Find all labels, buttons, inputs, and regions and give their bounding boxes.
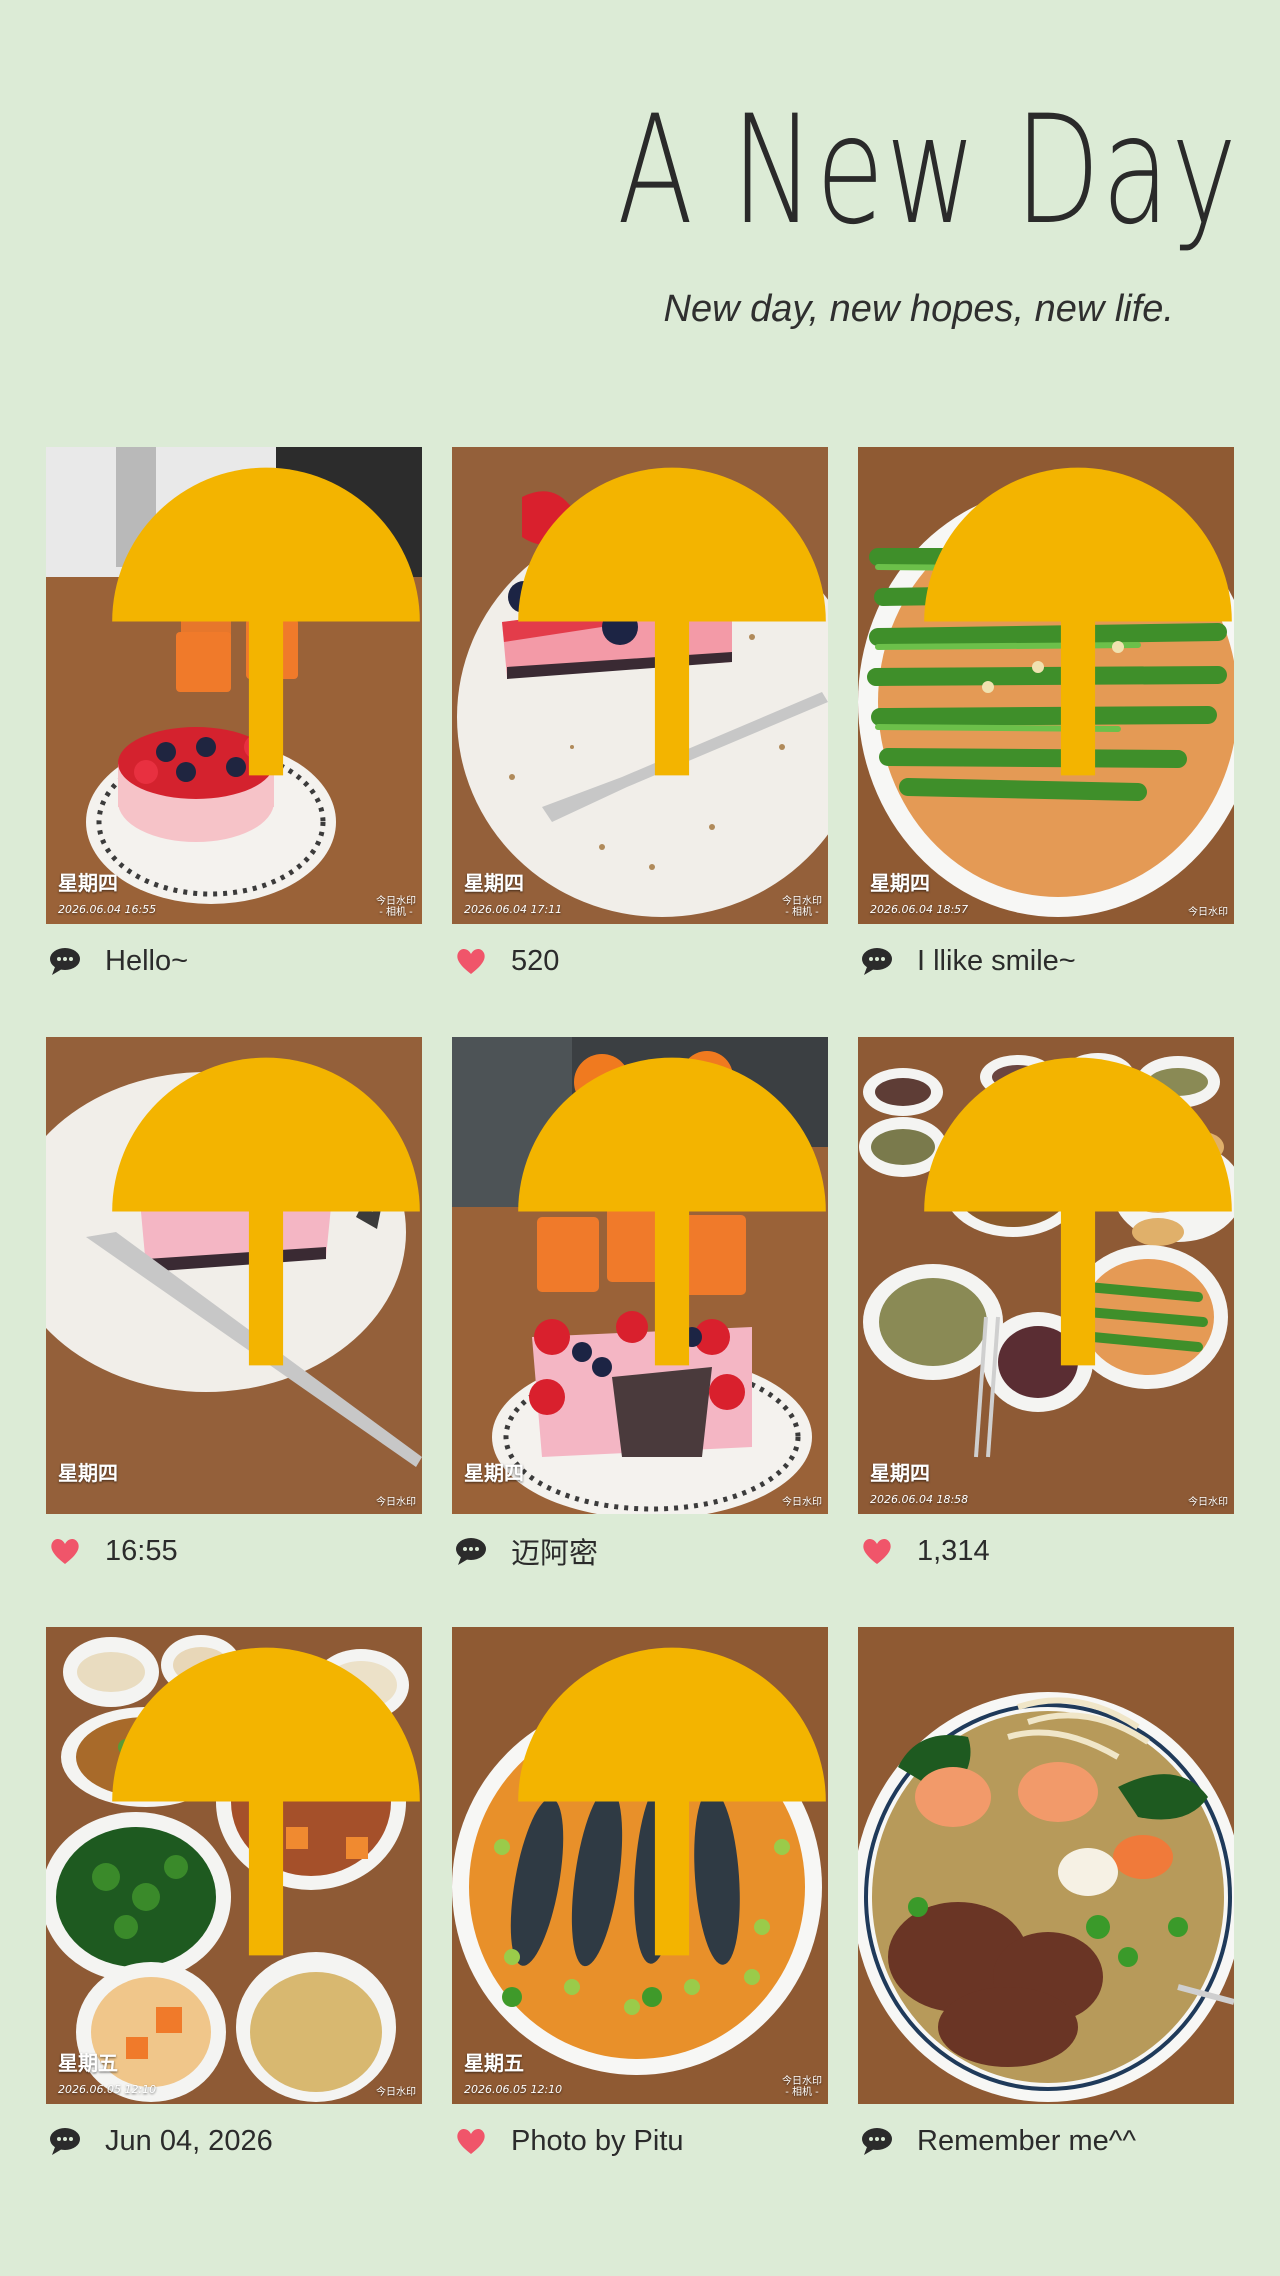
heart-icon[interactable] xyxy=(454,945,488,977)
watermark: 今日水印 xyxy=(1188,907,1228,918)
food-photo[interactable]: 星期四 2026.06.04 18:57 今日水印 xyxy=(858,447,1234,924)
caption: 520 xyxy=(452,941,559,981)
food-photo[interactable]: 星期五 2026.06.05 12:10 今日水印 - 相机 - xyxy=(452,1627,828,2104)
food-photo[interactable]: 星期四 今日水印 xyxy=(46,1037,422,1514)
photo-card[interactable]: 星期四 2026.06.04 18:57 今日水印 I llike smile~ xyxy=(858,447,1234,1037)
caption: I llike smile~ xyxy=(858,941,1076,981)
umbrella-icon xyxy=(112,1057,420,1366)
umbrella-icon xyxy=(924,467,1232,776)
food-photo[interactable]: 星期五 2026.06.05 12:10 今日水印 xyxy=(46,1627,422,2104)
food-photo[interactable]: 星期四 2026.06.04 17:11 今日水印 - 相机 - xyxy=(452,447,828,924)
photo-card[interactable]: 星期四 2026.06.04 18:58 今日水印 1,314 xyxy=(858,1037,1234,1627)
food-photo[interactable] xyxy=(858,1627,1234,2104)
caption-text: Photo by Pitu xyxy=(511,2124,684,2157)
watermark: 今日水印 - 相机 - xyxy=(782,2076,822,2098)
caption-text: 520 xyxy=(511,944,560,977)
umbrella-icon xyxy=(518,1647,826,1956)
watermark: 今日水印 xyxy=(1188,1497,1228,1508)
weekday-stamp: 星期四 xyxy=(464,871,524,895)
caption: Remember me^^ xyxy=(858,2121,1136,2161)
caption-text: 1,314 xyxy=(917,1534,990,1567)
photo-card[interactable]: 星期四 今日水印 16:55 xyxy=(46,1037,422,1627)
caption-text: 迈阿密 xyxy=(511,1538,599,1570)
weekday-stamp: 星期四 xyxy=(870,1461,930,1485)
date-stamp: 2026.06.04 16:55 xyxy=(58,903,157,916)
noodle-soup-illustration xyxy=(858,1627,1234,2104)
watermark: 今日水印 xyxy=(376,2087,416,2098)
food-photo[interactable]: 星期四 2026.06.04 18:58 今日水印 xyxy=(858,1037,1234,1514)
caption-text: Jun 04, 2026 xyxy=(105,2124,273,2157)
caption: Photo by Pitu xyxy=(452,2121,684,2161)
watermark: 今日水印 - 相机 - xyxy=(782,896,822,918)
weekday-stamp: 星期五 xyxy=(58,2051,118,2075)
date-stamp: 2026.06.05 12:10 xyxy=(58,2083,157,2096)
photo-card[interactable]: Remember me^^ xyxy=(858,1627,1234,2217)
heart-icon[interactable] xyxy=(48,1535,82,1567)
photo-card[interactable]: 星期四 2026.06.04 16:55 今日水印 - 相机 - Hello~ xyxy=(46,447,422,1037)
umbrella-icon xyxy=(112,467,420,776)
weekday-stamp: 星期五 xyxy=(464,2051,524,2075)
comment-icon[interactable] xyxy=(860,2125,894,2157)
weekday-stamp: 星期四 xyxy=(464,1461,524,1485)
date-stamp: 2026.06.04 18:58 xyxy=(870,1493,969,1506)
comment-icon[interactable] xyxy=(48,2125,82,2157)
weekday-stamp: 星期四 xyxy=(58,1461,118,1485)
photo-card[interactable]: 星期四 2026.06.04 17:11 今日水印 - 相机 - 520 xyxy=(452,447,828,1037)
watermark: 今日水印 - 相机 - xyxy=(376,896,416,918)
caption: 16:55 xyxy=(46,1531,178,1571)
umbrella-icon xyxy=(924,1057,1232,1366)
comment-icon[interactable] xyxy=(48,945,82,977)
food-photo[interactable]: 星期四 今日水印 xyxy=(452,1037,828,1514)
photo-card[interactable]: 星期五 2026.06.05 12:10 今日水印 Jun 04, 2026 xyxy=(46,1627,422,2217)
caption: 迈阿密 xyxy=(452,1531,598,1571)
page-subtitle: New day, new hopes, new life. xyxy=(663,288,1174,330)
heart-icon[interactable] xyxy=(454,2125,488,2157)
heart-icon[interactable] xyxy=(860,1535,894,1567)
watermark: 今日水印 xyxy=(376,1497,416,1508)
umbrella-icon xyxy=(112,1647,420,1956)
caption: 1,314 xyxy=(858,1531,990,1571)
caption-text: I llike smile~ xyxy=(917,944,1076,977)
caption-text: Remember me^^ xyxy=(917,2124,1136,2157)
caption-text: Hello~ xyxy=(105,944,189,977)
watermark: 今日水印 xyxy=(782,1497,822,1508)
photo-card[interactable]: 星期五 2026.06.05 12:10 今日水印 - 相机 - Photo b… xyxy=(452,1627,828,2217)
caption-text: 16:55 xyxy=(105,1534,178,1567)
caption: Hello~ xyxy=(46,941,188,981)
page-title: A New Day xyxy=(616,84,1238,258)
weekday-stamp: 星期四 xyxy=(870,871,930,895)
weekday-stamp: 星期四 xyxy=(58,871,118,895)
comment-icon[interactable] xyxy=(860,945,894,977)
date-stamp: 2026.06.04 18:57 xyxy=(870,903,969,916)
photo-card[interactable]: 星期四 今日水印 迈阿密 xyxy=(452,1037,828,1627)
date-stamp: 2026.06.05 12:10 xyxy=(464,2083,563,2096)
caption: Jun 04, 2026 xyxy=(46,2121,273,2161)
umbrella-icon xyxy=(518,467,826,776)
comment-icon[interactable] xyxy=(454,1535,488,1567)
date-stamp: 2026.06.04 17:11 xyxy=(464,903,563,916)
umbrella-icon xyxy=(518,1057,826,1366)
photo-grid: 星期四 2026.06.04 16:55 今日水印 - 相机 - Hello~ xyxy=(46,447,1234,2217)
food-photo[interactable]: 星期四 2026.06.04 16:55 今日水印 - 相机 - xyxy=(46,447,422,924)
